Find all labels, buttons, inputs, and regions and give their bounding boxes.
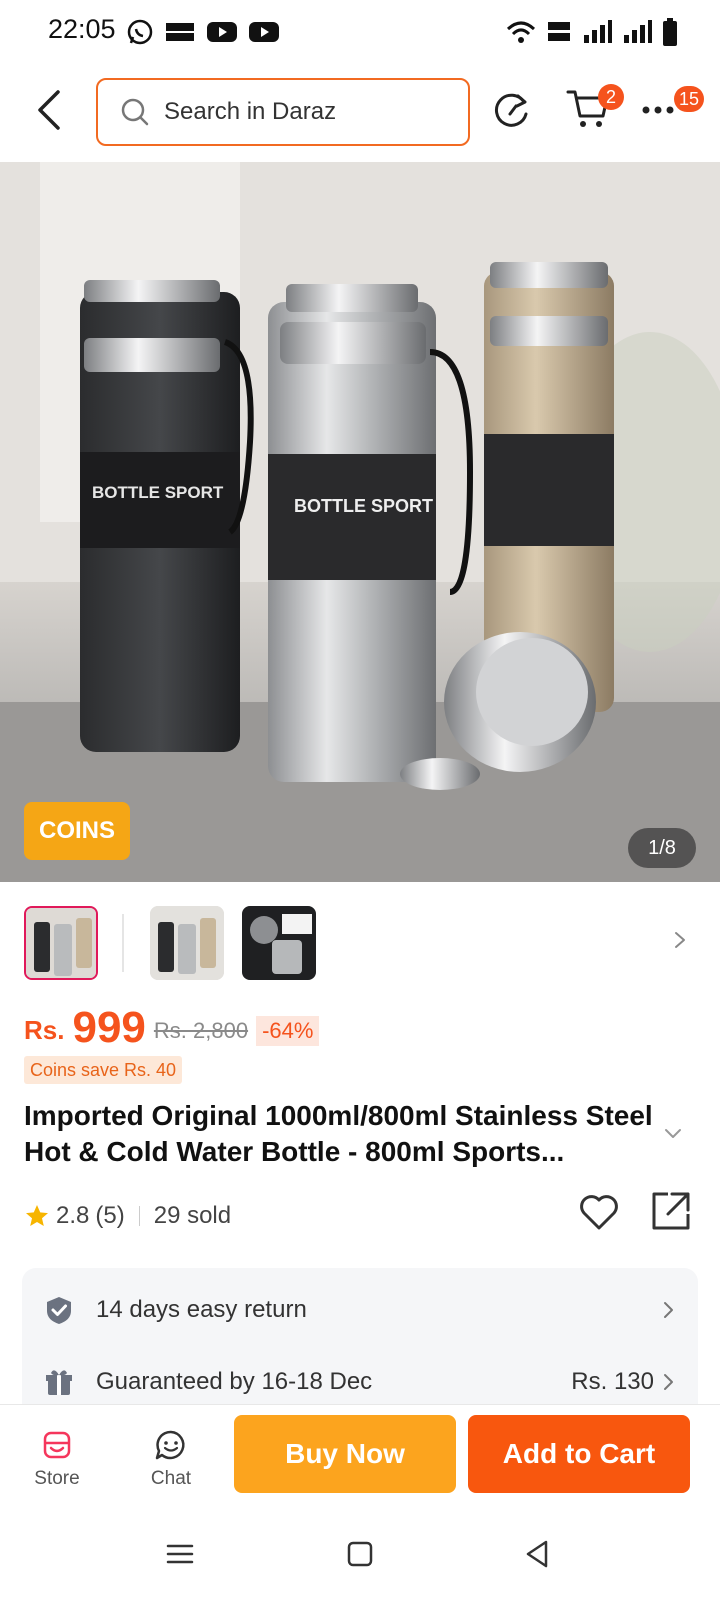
heart-icon[interactable] xyxy=(578,1192,620,1232)
history-icon[interactable] xyxy=(490,88,534,132)
status-bar: 22:05 xyxy=(0,0,720,64)
thumbnail-image xyxy=(242,906,316,980)
cart-count-badge: 2 xyxy=(598,84,624,110)
home-square-icon[interactable] xyxy=(344,1538,376,1570)
status-notification-icons xyxy=(126,18,280,46)
price-currency: Rs. xyxy=(24,1015,65,1045)
chevron-right-icon xyxy=(664,1374,673,1390)
share-icon[interactable] xyxy=(650,1190,692,1232)
chat-label: Chat xyxy=(150,1468,192,1489)
rating-row[interactable]: 2.8 (5) 29 sold xyxy=(24,1198,231,1234)
search-placeholder: Search in Daraz xyxy=(164,98,337,125)
star-icon xyxy=(26,1205,48,1226)
signal-icon xyxy=(624,20,652,43)
price-row: Rs. 999 Rs. 2,800 -64% xyxy=(24,1000,320,1052)
more-button[interactable]: 15 xyxy=(640,86,705,134)
store-button[interactable]: Store xyxy=(22,1429,92,1493)
youtube-icon xyxy=(249,22,279,42)
temu-icon xyxy=(166,23,194,41)
rating-value: 2.8 xyxy=(56,1202,90,1229)
cart-button[interactable]: 2 xyxy=(566,84,624,134)
shipping-fee: Rs. 130 xyxy=(571,1368,654,1395)
thumbnail-image xyxy=(26,908,96,978)
thumbnail-divider xyxy=(122,914,124,972)
wifi-icon xyxy=(506,21,536,43)
discount-badge: -64% xyxy=(256,1016,320,1046)
search-icon xyxy=(121,98,149,126)
service-row-delivery[interactable]: Guaranteed by 16-18 Dec Rs. 130 xyxy=(22,1352,698,1412)
signal-icon xyxy=(584,20,612,43)
shield-check-icon xyxy=(47,1297,71,1324)
whatsapp-icon xyxy=(127,19,153,45)
sold-count: 29 sold xyxy=(153,1202,232,1229)
svg-text:BOTTLE SPORT: BOTTLE SPORT xyxy=(294,496,433,516)
review-count: (5) xyxy=(95,1202,125,1229)
thumbnail-1[interactable] xyxy=(24,906,98,980)
svg-text:BOTTLE SPORT: BOTTLE SPORT xyxy=(92,483,224,502)
chevron-right-icon[interactable] xyxy=(670,930,690,950)
service-row-return[interactable]: 14 days easy return xyxy=(22,1280,698,1340)
status-system-icons xyxy=(506,18,678,46)
battery-icon xyxy=(663,18,677,46)
more-icon xyxy=(642,106,674,114)
original-price: Rs. 2,800 xyxy=(153,1018,249,1043)
chat-icon xyxy=(155,1430,185,1460)
image-pager: 1/8 xyxy=(628,828,696,868)
add-to-cart-button[interactable]: Add to Cart xyxy=(468,1415,690,1493)
back-arrow-icon[interactable] xyxy=(30,88,70,132)
store-icon xyxy=(43,1431,71,1459)
store-label: Store xyxy=(34,1468,80,1489)
volte-icon xyxy=(548,22,570,41)
chevron-right-icon xyxy=(664,1302,673,1318)
bottom-action-bar: Store Chat Buy Now Add to Cart xyxy=(0,1404,720,1508)
coins-tag: COINS xyxy=(24,802,130,860)
notification-count-badge: 15 xyxy=(674,86,705,112)
thumbnail-2[interactable] xyxy=(150,906,224,980)
chat-button[interactable]: Chat xyxy=(136,1429,206,1493)
chevron-down-icon[interactable] xyxy=(664,1128,682,1140)
search-input[interactable]: Search in Daraz xyxy=(96,78,470,146)
buy-now-button[interactable]: Buy Now xyxy=(234,1415,456,1493)
status-time: 22:05 xyxy=(48,14,116,44)
system-navigation-bar xyxy=(0,1508,720,1600)
rating-separator xyxy=(138,1206,140,1226)
product-photo: BOTTLE SPORT BOTTLE SPORT xyxy=(0,162,720,882)
thumbnail-image xyxy=(150,906,224,980)
service-label: 14 days easy return xyxy=(96,1296,307,1323)
coins-save-badge: Coins save Rs. 40 xyxy=(24,1056,183,1084)
youtube-icon xyxy=(207,22,237,42)
thumbnail-3[interactable] xyxy=(242,906,316,980)
product-image-gallery[interactable]: BOTTLE SPORT BOTTLE SPORT COINS 1/8 xyxy=(0,162,720,882)
current-price: 999 xyxy=(72,1003,146,1052)
menu-icon[interactable] xyxy=(164,1538,196,1570)
top-header: Search in Daraz 2 15 xyxy=(0,68,720,158)
product-title: Imported Original 1000ml/800ml Stainless… xyxy=(24,1100,653,1167)
thumbnail-strip xyxy=(0,900,720,982)
service-label: Guaranteed by 16-18 Dec xyxy=(96,1368,373,1395)
gift-icon xyxy=(46,1370,72,1395)
back-triangle-icon[interactable] xyxy=(522,1538,554,1570)
service-card: 14 days easy return Guaranteed by 16-18 … xyxy=(22,1268,698,1408)
